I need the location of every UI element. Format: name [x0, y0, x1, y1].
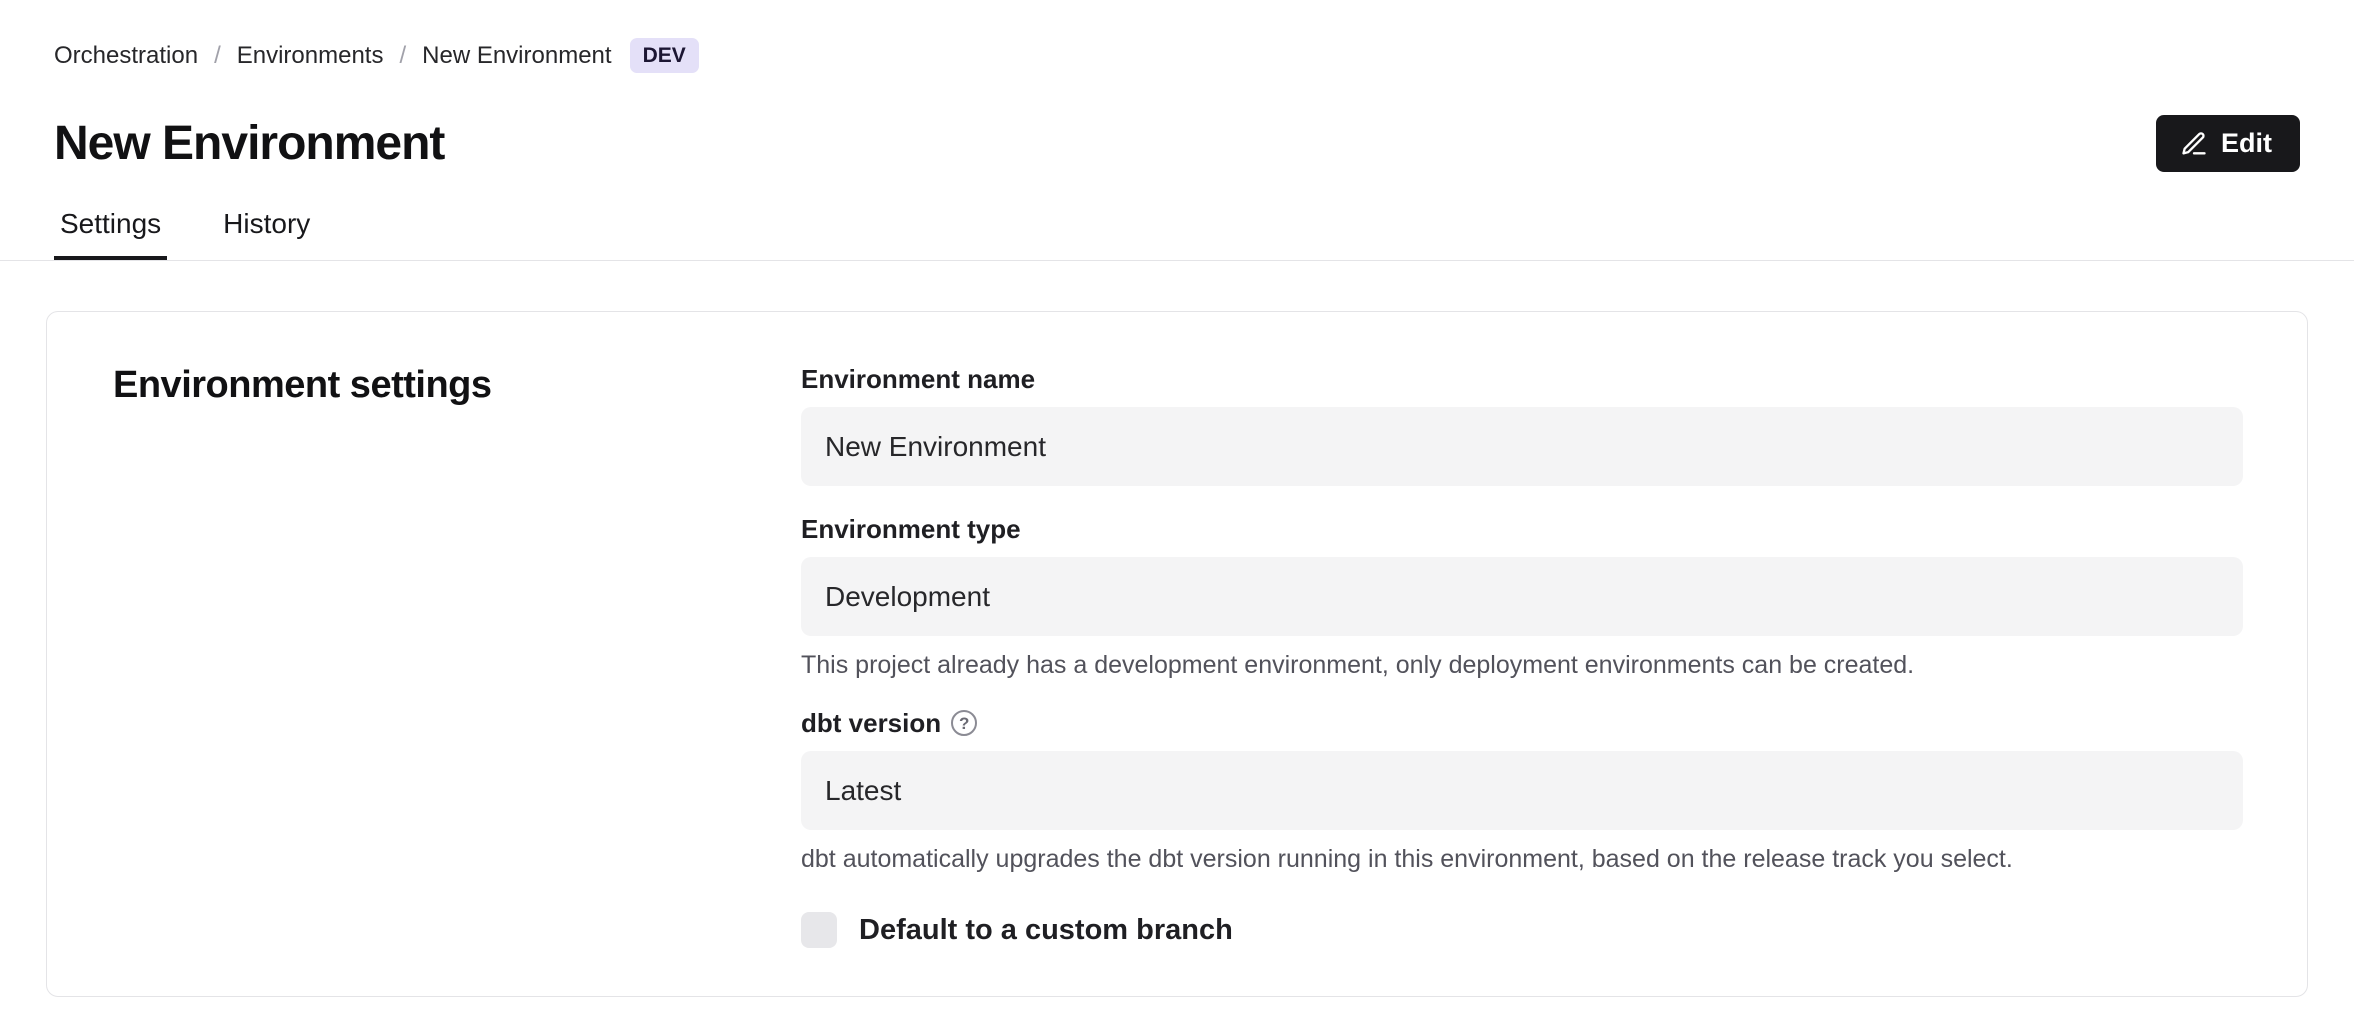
- breadcrumb: Orchestration / Environments / New Envir…: [54, 0, 2300, 73]
- breadcrumb-separator: /: [399, 42, 406, 70]
- dbt-version-helper-text: dbt automatically upgrades the dbt versi…: [801, 845, 2243, 874]
- edit-button-label: Edit: [2221, 128, 2272, 159]
- breadcrumb-item-current: New Environment: [422, 42, 611, 70]
- pencil-icon: [2180, 130, 2208, 158]
- settings-form: Environment name Environment type This p…: [801, 364, 2243, 948]
- card-heading-column: Environment settings: [113, 364, 801, 948]
- custom-branch-label: Default to a custom branch: [859, 914, 1233, 947]
- environment-type-input[interactable]: [801, 557, 2243, 636]
- page-header: New Environment Edit: [54, 115, 2300, 172]
- env-dev-badge: DEV: [630, 38, 699, 73]
- top-bar: Orchestration / Environments / New Envir…: [0, 0, 2354, 260]
- dbt-version-field-group: dbt version ? dbt automatically upgrades…: [801, 708, 2243, 874]
- environment-name-label: Environment name: [801, 364, 2243, 394]
- custom-branch-row: Default to a custom branch: [801, 912, 2243, 948]
- main-content: Environment settings Environment name En…: [0, 311, 2354, 997]
- tab-bar: Settings History: [54, 208, 2300, 260]
- dbt-version-label: dbt version ?: [801, 708, 2243, 738]
- environment-type-label: Environment type: [801, 514, 2243, 544]
- tab-settings[interactable]: Settings: [54, 208, 167, 260]
- edit-button[interactable]: Edit: [2156, 115, 2300, 172]
- help-icon[interactable]: ?: [951, 710, 977, 736]
- custom-branch-checkbox[interactable]: [801, 912, 837, 948]
- page-title: New Environment: [54, 116, 444, 171]
- environment-type-helper-text: This project already has a development e…: [801, 651, 2243, 680]
- tab-history[interactable]: History: [217, 208, 316, 260]
- dbt-version-input[interactable]: [801, 751, 2243, 830]
- dbt-version-label-text: dbt version: [801, 708, 941, 738]
- environment-settings-card: Environment settings Environment name En…: [46, 311, 2308, 997]
- card-heading: Environment settings: [113, 364, 801, 407]
- tabs-divider: [0, 260, 2354, 261]
- environment-type-field-group: Environment type This project already ha…: [801, 514, 2243, 680]
- environment-name-field-group: Environment name: [801, 364, 2243, 486]
- breadcrumb-item-orchestration[interactable]: Orchestration: [54, 42, 198, 70]
- breadcrumb-separator: /: [214, 42, 221, 70]
- environment-name-input[interactable]: [801, 407, 2243, 486]
- breadcrumb-item-environments[interactable]: Environments: [237, 42, 384, 70]
